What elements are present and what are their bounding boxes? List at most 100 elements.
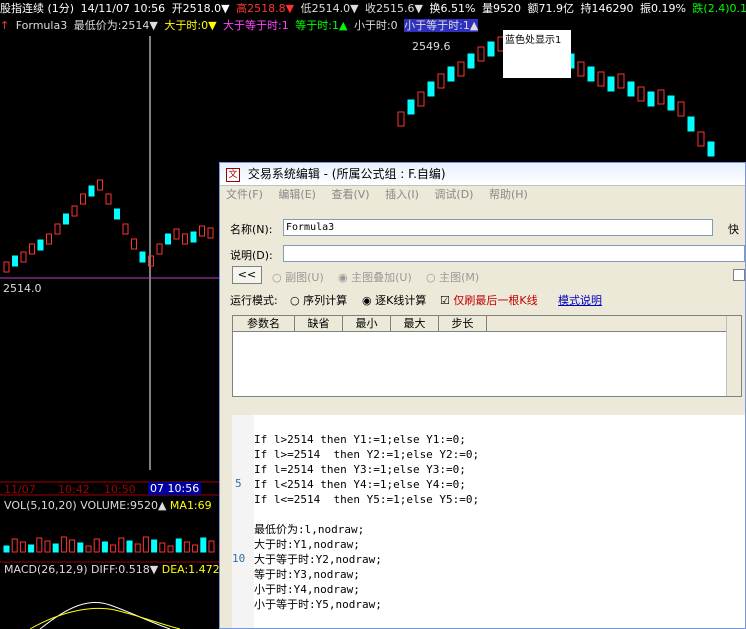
volume-bar [200,537,207,553]
candle [487,41,495,57]
radio-mode-bar[interactable]: ◉ 逐K线计算 [362,292,426,308]
volume-bar [101,541,108,553]
candle [173,228,180,240]
candle [97,179,103,191]
candle [637,86,645,102]
candle [37,239,44,251]
candle [447,66,455,82]
col-max: 最大 [391,316,439,331]
volume-bar [183,541,190,553]
col-default: 缺省 [295,316,343,331]
menu-file[interactable]: 文件(F) [226,188,263,201]
candle [199,225,205,237]
volume-bar [60,536,67,553]
code-line[interactable]: If l=2514 then Y3:=1;else Y3:=0; [254,462,479,477]
macd-name[interactable]: MACD(26,12,9) [4,563,88,576]
menu-edit[interactable]: 编辑(E) [278,188,316,201]
right-checkbox[interactable] [733,269,745,281]
candle [122,223,129,235]
vol-ma1: MA1:69 [169,499,212,512]
code-line[interactable]: 小于等于时:Y5,nodraw; [254,597,479,612]
mode-label: 运行模式: [230,294,278,307]
code-line[interactable]: 大于等于时:Y2,nodraw; [254,552,479,567]
desc-input[interactable] [283,245,745,262]
candle [617,73,625,89]
name-label: 名称(N): [230,223,273,236]
candle [407,99,415,115]
volume-bar [192,544,199,553]
candle [677,101,685,117]
candle [88,185,95,197]
code-line[interactable]: 小于时:Y4,nodraw; [254,582,479,597]
radio-main-chart[interactable]: ○ 主图(M) [426,269,479,285]
candle [457,61,465,77]
candle [707,141,715,157]
candle [46,233,52,245]
last-bar-checkbox[interactable]: ☑ 仅刷最后一根K线 [440,292,538,308]
volume-bar [134,543,141,553]
menu-debug[interactable]: 调试(D) [434,188,473,201]
candle [131,238,137,250]
candle [63,213,69,225]
code-line[interactable]: If l>2514 then Y1:=1;else Y1:=0; [254,432,479,447]
right-cut-label: 快 [728,223,739,236]
radio-sub-chart[interactable]: ○ 副图(U) [272,269,324,285]
window-titlebar[interactable]: 文 交易系统编辑 - (所属公式组 : F.自编) [220,163,745,186]
menu-insert[interactable]: 插入(I) [385,188,419,201]
cursor-time-label: 07 10:56 [148,482,202,495]
candle [627,81,635,97]
code-line[interactable]: If l<2514 then Y4:=1;else Y4:=0; [254,477,479,492]
line-number-10: 10 [232,552,246,565]
candle [12,255,18,267]
code-line[interactable]: 最低价为:l,nodraw; [254,522,479,537]
code-editor[interactable]: 5 10 If l>2514 then Y1:=1;else Y1:=0; If… [232,415,745,628]
code-line[interactable]: 大于时:Y1,nodraw; [254,537,479,552]
candle [437,73,445,89]
candle [657,89,665,105]
code-line[interactable]: If l<=2514 then Y5:=1;else Y5:=0; [254,492,479,507]
candle [467,53,475,69]
candle [607,76,615,92]
window-title: 交易系统编辑 - (所属公式组 : F.自编) [247,167,446,181]
volume-bar [167,545,174,553]
candle [477,46,485,62]
col-step: 步长 [439,316,487,331]
candle [667,95,675,111]
volume-bar [19,541,26,553]
time-label-1: 11/07 [4,483,36,496]
col-param-name: 参数名 [233,316,295,331]
volume-bar [151,539,158,553]
time-label-2: 10:42 [58,483,90,496]
trading-system-editor-window[interactable]: 文 交易系统编辑 - (所属公式组 : F.自编) 文件(F) 编辑(E) 查看… [219,162,746,629]
menu-view[interactable]: 查看(V) [331,188,369,201]
menu-help[interactable]: 帮助(H) [489,188,528,201]
candle [114,208,120,220]
line-number-5: 5 [235,477,242,490]
macd-dea: DEA:1.472 [161,563,220,576]
line-number-gutter: 5 10 [232,415,254,628]
time-label-3: 10:50 [104,483,136,496]
param-table-scrollbar[interactable] [726,316,741,396]
name-input[interactable]: Formula3 [283,219,713,236]
collapse-button[interactable]: << [232,266,262,284]
checkbox-icon: ☑ [440,294,450,307]
volume-bar [69,539,76,553]
candle [29,243,35,255]
candle [417,91,425,107]
code-line[interactable] [254,507,479,522]
param-table[interactable]: 参数名 缺省 最小 最大 步长 [232,315,742,397]
vol-name[interactable]: VOL(5,10,20) [4,499,77,512]
radio-overlay[interactable]: ◉ 主图叠加(U) [338,269,412,285]
mode-help-link[interactable]: 模式说明 [558,292,602,308]
candle [3,261,10,273]
code-lines[interactable]: If l>2514 then Y1:=1;else Y1:=0; If l>=2… [254,432,479,612]
volume-bar [77,542,84,553]
annotation-note: 蓝色处显示1 [503,30,571,78]
volume-bar [142,536,149,553]
code-line[interactable]: If l>=2514 then Y2:=1;else Y2:=0; [254,447,479,462]
candle [397,111,405,127]
code-line[interactable]: 等于时:Y3,nodraw; [254,567,479,582]
volume-bar [28,544,35,553]
radio-mode-seq[interactable]: ○ 序列计算 [290,292,347,308]
candle [207,227,214,239]
